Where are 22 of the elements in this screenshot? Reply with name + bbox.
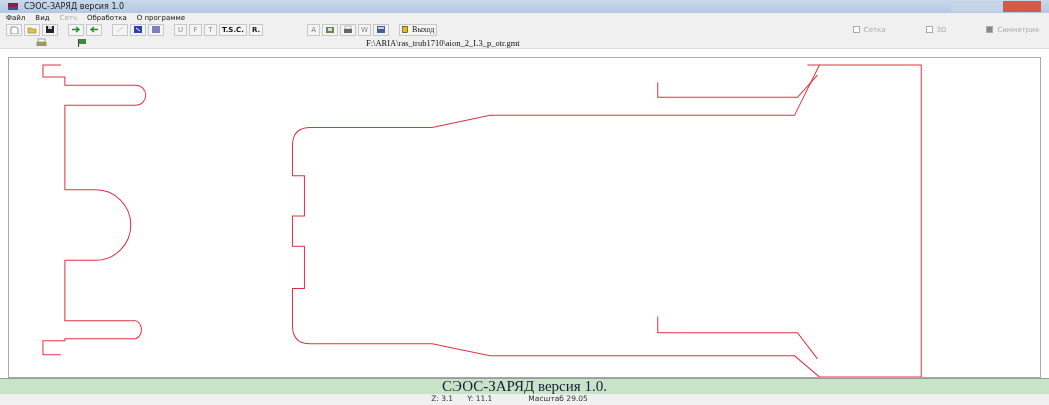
printer-icon[interactable] xyxy=(36,38,47,47)
flag-icon[interactable] xyxy=(77,38,88,47)
app-icon xyxy=(8,3,18,10)
line-icon xyxy=(115,25,125,34)
file-path: F:\ARIA\ras_trub1710\aion_2_L3_p_otr.gmt xyxy=(366,37,520,48)
exit-button[interactable]: Выход xyxy=(399,23,438,36)
door-icon xyxy=(402,25,410,34)
printer-icon xyxy=(343,25,354,34)
toolbar-button[interactable] xyxy=(42,23,58,36)
app-title: СЭОС-ЗАРЯД версия 1.0. xyxy=(442,378,607,395)
checkbox[interactable] xyxy=(852,26,860,33)
checkbox[interactable] xyxy=(986,26,994,33)
checkbox[interactable] xyxy=(925,26,933,33)
new-file-icon xyxy=(9,25,19,34)
save-icon xyxy=(45,25,55,34)
arrow-right-icon xyxy=(71,25,81,34)
window-icon xyxy=(376,25,387,34)
image-icon xyxy=(325,25,336,34)
toolbar-button[interactable] xyxy=(130,23,146,36)
arrow-left-icon xyxy=(89,25,99,34)
window-title: СЭОС-ЗАРЯД версия 1.0 xyxy=(24,2,125,11)
open-folder-icon xyxy=(27,25,37,34)
